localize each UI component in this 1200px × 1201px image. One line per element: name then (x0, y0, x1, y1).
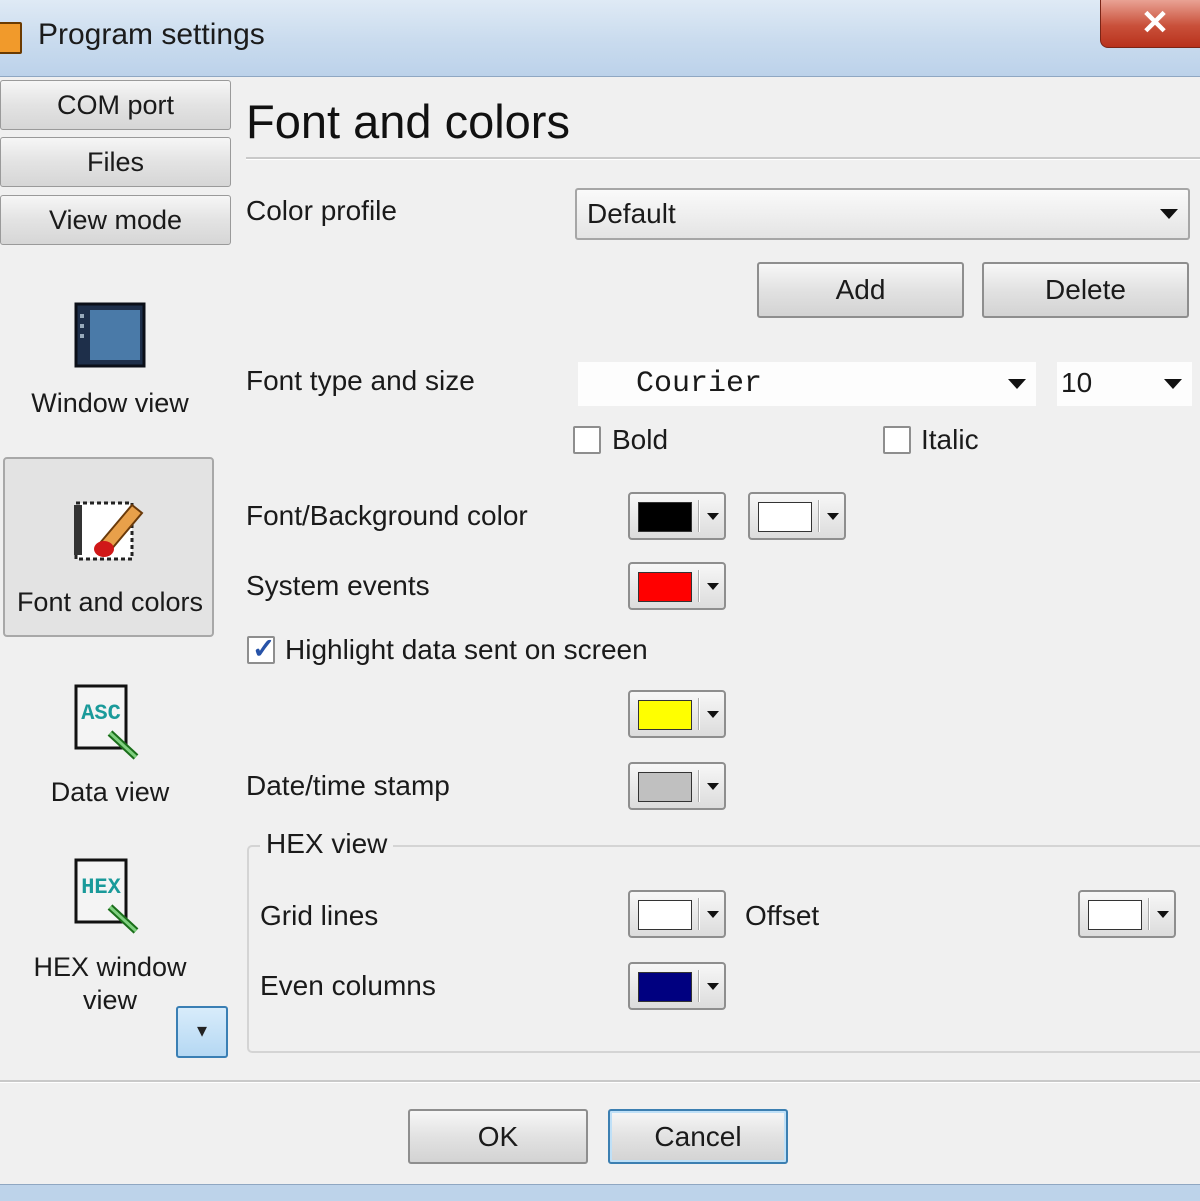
chevron-down-icon (1157, 911, 1169, 918)
svg-text:HEX: HEX (81, 875, 121, 900)
highlight-color-picker[interactable] (628, 690, 726, 738)
chevron-down-icon: ▾ (196, 1020, 208, 1042)
date-time-label: Date/time stamp (246, 770, 450, 801)
grid-lines-label: Grid lines (260, 900, 379, 931)
chevron-down-icon (707, 783, 719, 790)
cancel-button[interactable]: Cancel (608, 1109, 788, 1164)
chevron-down-icon (707, 583, 719, 590)
sidebar-item-data-view[interactable]: ASC Data view (0, 683, 220, 808)
color-profile-label: Color profile (246, 195, 397, 226)
chevron-down-icon (707, 513, 719, 520)
italic-label: Italic (921, 424, 979, 455)
window-bottom-border (0, 1184, 1200, 1201)
ok-button[interactable]: OK (408, 1109, 588, 1164)
delete-button[interactable]: Delete (982, 262, 1189, 318)
chevron-down-icon (1008, 379, 1026, 389)
even-columns-label: Even columns (260, 970, 436, 1001)
font-type-label: Font type and size (246, 365, 475, 396)
chevron-down-icon (1164, 379, 1182, 389)
font-background-label: Font/Background color (246, 500, 528, 531)
window-view-icon (74, 302, 146, 368)
font-size-select[interactable]: 10 (1057, 362, 1192, 406)
window-title: Program settings (38, 18, 265, 51)
even-columns-color-picker[interactable] (628, 962, 726, 1010)
font-family-value: Courier (636, 367, 763, 401)
app-icon (0, 22, 22, 54)
date-time-swatch (638, 772, 692, 802)
highlight-swatch (638, 700, 692, 730)
color-profile-value: Default (587, 198, 676, 229)
grid-lines-color-picker[interactable] (628, 890, 726, 938)
checkmark-icon: ✓ (252, 633, 276, 664)
font-colors-icon (74, 501, 144, 561)
system-events-color-picker[interactable] (628, 562, 726, 610)
heading-divider (246, 157, 1200, 160)
hex-view-group (247, 845, 1200, 1053)
italic-checkbox[interactable] (883, 426, 911, 454)
nav-tab-files[interactable]: Files (0, 137, 231, 187)
hex-window-icon: HEX (74, 858, 139, 934)
close-button[interactable]: ✕ (1100, 0, 1200, 48)
highlight-checkbox[interactable]: ✓ (247, 633, 275, 664)
font-color-picker[interactable] (628, 492, 726, 540)
font-color-swatch (638, 502, 692, 532)
offset-color-picker[interactable] (1078, 890, 1176, 938)
chevron-down-icon (707, 911, 719, 918)
date-time-color-picker[interactable] (628, 762, 726, 810)
sidebar-item-label: Data view (50, 777, 170, 807)
even-columns-swatch (638, 972, 692, 1002)
sidebar-item-font-and-colors[interactable]: Font and colors (2, 495, 218, 618)
scroll-down-button[interactable]: ▾ (176, 1006, 228, 1058)
svg-text:ASC: ASC (81, 701, 121, 726)
sidebar-item-window-view[interactable]: Window view (0, 300, 220, 419)
system-events-swatch (638, 572, 692, 602)
page-title: Font and colors (246, 95, 570, 148)
chevron-down-icon (707, 983, 719, 990)
font-family-select[interactable]: Courier (578, 362, 1036, 406)
system-events-label: System events (246, 570, 430, 601)
bold-label: Bold (612, 424, 669, 455)
background-color-swatch (758, 502, 812, 532)
background-color-picker[interactable] (748, 492, 846, 540)
sidebar-item-label: Font and colors (16, 587, 204, 617)
add-button[interactable]: Add (757, 262, 964, 318)
font-size-value: 10 (1061, 367, 1093, 398)
sidebar-item-hex-window-view[interactable]: HEX HEX window view (0, 857, 220, 1017)
chevron-down-icon (707, 711, 719, 718)
nav-tab-view-mode[interactable]: View mode (0, 195, 231, 245)
highlight-label: Highlight data sent on screen (285, 634, 648, 665)
grid-lines-swatch (638, 900, 692, 930)
hex-view-title: HEX view (260, 828, 394, 860)
offset-swatch (1088, 900, 1142, 930)
nav-tab-com-port[interactable]: COM port (0, 80, 231, 130)
color-profile-select[interactable]: Default (575, 188, 1190, 240)
chevron-down-icon (1160, 209, 1178, 219)
bold-checkbox[interactable] (573, 426, 601, 454)
ascii-data-icon: ASC (74, 684, 139, 760)
chevron-down-icon (827, 513, 839, 520)
sidebar-item-label: Window view (31, 388, 189, 418)
footer-divider (0, 1080, 1200, 1083)
offset-label: Offset (745, 900, 820, 931)
